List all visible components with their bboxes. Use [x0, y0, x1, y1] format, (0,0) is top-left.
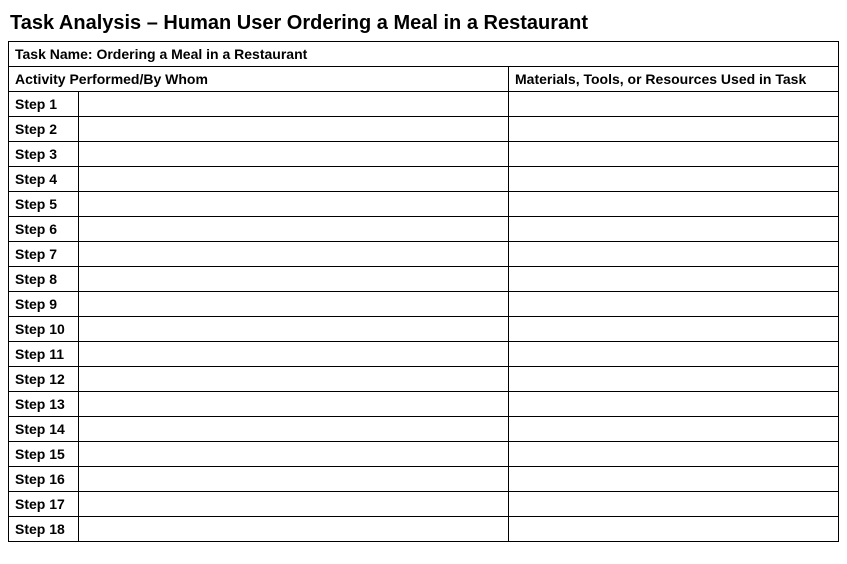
activity-cell — [79, 517, 509, 542]
table-row: Step 2 — [9, 117, 839, 142]
activity-cell — [79, 442, 509, 467]
table-row: Step 16 — [9, 467, 839, 492]
table-row: Step 1 — [9, 92, 839, 117]
table-row: Step 10 — [9, 317, 839, 342]
table-row: Step 13 — [9, 392, 839, 417]
table-row: Step 15 — [9, 442, 839, 467]
step-label: Step 6 — [9, 217, 79, 242]
step-label: Step 11 — [9, 342, 79, 367]
table-row: Step 6 — [9, 217, 839, 242]
materials-cell — [509, 342, 839, 367]
materials-cell — [509, 242, 839, 267]
task-name-row: Task Name: Ordering a Meal in a Restaura… — [9, 42, 839, 67]
activity-cell — [79, 167, 509, 192]
materials-cell — [509, 492, 839, 517]
step-label: Step 7 — [9, 242, 79, 267]
materials-cell — [509, 117, 839, 142]
step-label: Step 3 — [9, 142, 79, 167]
step-label: Step 9 — [9, 292, 79, 317]
materials-cell — [509, 417, 839, 442]
table-row: Step 17 — [9, 492, 839, 517]
step-label: Step 12 — [9, 367, 79, 392]
activity-header: Activity Performed/By Whom — [9, 67, 509, 92]
step-label: Step 16 — [9, 467, 79, 492]
materials-cell — [509, 292, 839, 317]
activity-cell — [79, 492, 509, 517]
materials-cell — [509, 367, 839, 392]
step-label: Step 2 — [9, 117, 79, 142]
step-label: Step 4 — [9, 167, 79, 192]
step-label: Step 5 — [9, 192, 79, 217]
table-row: Step 8 — [9, 267, 839, 292]
activity-cell — [79, 217, 509, 242]
step-label: Step 17 — [9, 492, 79, 517]
activity-cell — [79, 267, 509, 292]
materials-cell — [509, 467, 839, 492]
table-row: Step 3 — [9, 142, 839, 167]
activity-cell — [79, 192, 509, 217]
page-title: Task Analysis – Human User Ordering a Me… — [8, 8, 839, 41]
materials-cell — [509, 142, 839, 167]
step-label: Step 15 — [9, 442, 79, 467]
activity-cell — [79, 117, 509, 142]
materials-cell — [509, 92, 839, 117]
materials-cell — [509, 192, 839, 217]
table-row: Step 12 — [9, 367, 839, 392]
table-row: Step 18 — [9, 517, 839, 542]
step-label: Step 10 — [9, 317, 79, 342]
step-label: Step 8 — [9, 267, 79, 292]
activity-cell — [79, 342, 509, 367]
activity-cell — [79, 242, 509, 267]
table-row: Step 7 — [9, 242, 839, 267]
materials-cell — [509, 167, 839, 192]
activity-cell — [79, 292, 509, 317]
materials-cell — [509, 217, 839, 242]
step-label: Step 14 — [9, 417, 79, 442]
task-name-cell: Task Name: Ordering a Meal in a Restaura… — [9, 42, 839, 67]
table-row: Step 11 — [9, 342, 839, 367]
table-row: Step 14 — [9, 417, 839, 442]
table-row: Step 4 — [9, 167, 839, 192]
materials-cell — [509, 517, 839, 542]
step-label: Step 18 — [9, 517, 79, 542]
activity-cell — [79, 367, 509, 392]
step-label: Step 1 — [9, 92, 79, 117]
activity-cell — [79, 92, 509, 117]
materials-header: Materials, Tools, or Resources Used in T… — [509, 67, 839, 92]
materials-cell — [509, 267, 839, 292]
activity-cell — [79, 467, 509, 492]
activity-cell — [79, 142, 509, 167]
materials-cell — [509, 442, 839, 467]
task-analysis-table: Task Name: Ordering a Meal in a Restaura… — [8, 41, 839, 542]
activity-cell — [79, 317, 509, 342]
step-label: Step 13 — [9, 392, 79, 417]
activity-cell — [79, 417, 509, 442]
table-row: Step 9 — [9, 292, 839, 317]
column-header-row: Activity Performed/By Whom Materials, To… — [9, 67, 839, 92]
table-row: Step 5 — [9, 192, 839, 217]
materials-cell — [509, 317, 839, 342]
materials-cell — [509, 392, 839, 417]
activity-cell — [79, 392, 509, 417]
